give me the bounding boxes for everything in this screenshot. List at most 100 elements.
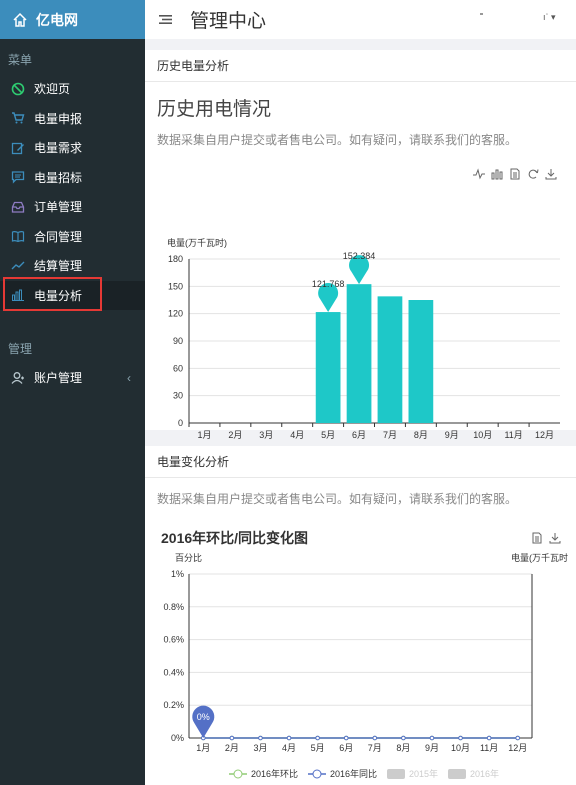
data-view-icon[interactable] xyxy=(509,168,521,180)
bar xyxy=(346,284,372,423)
x-tick-label: 4月 xyxy=(282,743,296,753)
user-name: ıʿ xyxy=(543,12,549,22)
bar xyxy=(377,296,403,423)
x-tick-label: 2月 xyxy=(228,430,242,440)
bar xyxy=(408,300,434,423)
sidebar-item-label: 账户管理 xyxy=(34,371,83,386)
sidebar-item-label: 电量申报 xyxy=(34,111,83,126)
inbox-icon xyxy=(10,199,26,215)
trend-icon xyxy=(10,258,26,274)
data-point xyxy=(401,735,406,741)
data-point xyxy=(429,735,435,741)
legend-label: 2016年 xyxy=(470,768,499,779)
legend-swatch xyxy=(387,769,405,779)
data-point xyxy=(229,735,235,741)
sidebar-item-analysis[interactable]: 电量分析 xyxy=(0,280,145,310)
x-tick-label: 10月 xyxy=(473,430,492,440)
data-point xyxy=(372,735,378,741)
panel-desc: 数据采集自用户提交或者售电公司。如有疑问，请联系我们的客服。 xyxy=(157,492,518,506)
y-tick-label: 180 xyxy=(168,254,183,264)
sidebar-item-label: 电量需求 xyxy=(34,141,83,156)
edit-icon xyxy=(10,140,26,156)
status-dot xyxy=(480,13,483,15)
y-tick-label: 0.4% xyxy=(163,667,184,677)
y-tick-label: 0 xyxy=(178,418,183,428)
sidebar-item-label: 电量招标 xyxy=(34,170,83,185)
panel-header: 电量变化分析 xyxy=(145,446,576,478)
sidebar-item-demand[interactable]: 电量需求 xyxy=(0,133,145,163)
y-tick-label: 90 xyxy=(173,336,183,346)
caret-down-icon: ▾ xyxy=(551,12,556,22)
change-line-chart: 2016年环比/同比变化图百分比 电量(万千瓦时 0% 0.2% 0.4% 0.6% 0.8… xyxy=(161,530,568,779)
y-tick-label: 0% xyxy=(171,733,184,743)
data-point xyxy=(315,735,320,741)
data-point xyxy=(458,735,463,741)
y-axis-label: 电量(万千瓦时) xyxy=(167,237,227,248)
bar-chart-icon[interactable] xyxy=(491,168,503,180)
y-tick-label: 0.8% xyxy=(163,602,184,612)
y-tick-label: 0.2% xyxy=(163,700,184,710)
user-icon xyxy=(10,370,26,386)
y-axis-label: 百分比 xyxy=(175,552,202,563)
x-tick-label: 2月 xyxy=(225,743,239,753)
panel-title: 历史用电情况 xyxy=(157,99,272,120)
x-tick-label: 11月 xyxy=(504,430,522,440)
home-icon xyxy=(12,12,28,28)
history-panel: 历史电量分析 历史用电情况 数据采集自用户提交或者售电公司。如有疑问，请联系我们… xyxy=(145,50,576,463)
x-tick-label: 3月 xyxy=(259,430,273,440)
data-point xyxy=(343,735,349,741)
y-tick-label: 120 xyxy=(168,309,183,319)
sidebar-item-label: 电量分析 xyxy=(34,288,83,303)
x-tick-label: 6月 xyxy=(352,430,366,440)
sidebar-item-welcome[interactable]: 欢迎页 xyxy=(0,74,145,104)
change-panel: 电量变化分析 数据采集自用户提交或者售电公司。如有疑问，请联系我们的客服。 20… xyxy=(145,446,576,785)
download-icon[interactable] xyxy=(545,168,557,180)
data-point xyxy=(258,735,263,741)
bar xyxy=(315,312,341,423)
y2-axis-label: 电量(万千瓦时 xyxy=(511,552,568,563)
section-manage-title: 管理 xyxy=(8,342,33,356)
legend-marker xyxy=(233,769,243,779)
bar-chart-icon xyxy=(10,287,26,303)
refresh-icon[interactable] xyxy=(527,168,539,180)
y-tick-label: 1% xyxy=(171,569,184,579)
comment-icon xyxy=(10,169,26,185)
sidebar-item-account[interactable]: 账户管理 ‹ xyxy=(0,363,145,393)
panel-header: 历史电量分析 xyxy=(145,50,576,82)
legend-label: 2016年环比 xyxy=(251,768,298,779)
markpoint-label: 152.384 xyxy=(343,251,376,261)
sidebar-item-declare[interactable]: 电量申报 xyxy=(0,104,145,134)
x-tick-label: 3月 xyxy=(253,743,267,753)
legend-marker xyxy=(312,769,322,779)
sidebar-item-label: 订单管理 xyxy=(34,200,83,215)
x-tick-label: 7月 xyxy=(368,743,382,753)
user-menu[interactable]: ıʿ ▾ xyxy=(543,12,556,23)
welcome-icon xyxy=(10,81,26,97)
menu-toggle-icon[interactable] xyxy=(159,14,172,25)
markpoint-label: 121.768 xyxy=(312,279,345,289)
x-tick-label: 1月 xyxy=(197,430,211,440)
sidebar-item-settlement[interactable]: 结算管理 xyxy=(0,251,145,281)
x-tick-label: 12月 xyxy=(508,743,527,753)
x-tick-label: 5月 xyxy=(321,430,335,440)
x-tick-label: 9月 xyxy=(445,430,459,440)
top-bar: 管理中心 ıʿ ▾ xyxy=(145,0,576,39)
x-tick-label: 10月 xyxy=(451,743,470,753)
x-tick-label: 12月 xyxy=(535,430,554,440)
cart-icon xyxy=(10,110,26,126)
logo[interactable]: 亿电网 xyxy=(0,0,145,39)
x-tick-label: 7月 xyxy=(383,430,397,440)
sidebar-item-contracts[interactable]: 合同管理 xyxy=(0,222,145,252)
sidebar-item-bidding[interactable]: 电量招标 xyxy=(0,163,145,193)
sidebar-item-label: 欢迎页 xyxy=(34,82,71,97)
x-tick-label: 6月 xyxy=(339,743,353,753)
y-tick-label: 30 xyxy=(173,391,183,401)
legend-label: 2015年 xyxy=(409,768,438,779)
y-tick-label: 150 xyxy=(168,281,183,291)
sidebar: 亿电网 菜单 欢迎页 电量申报 电量需求 电量招标 订单管理 合同管理 结算管理… xyxy=(0,0,145,785)
x-tick-label: 8月 xyxy=(396,743,410,753)
chart-title: 2016年环比/同比变化图 xyxy=(161,530,308,546)
sidebar-item-orders[interactable]: 订单管理 xyxy=(0,192,145,222)
x-tick-label: 8月 xyxy=(414,430,428,440)
line-chart-icon[interactable] xyxy=(473,168,485,180)
